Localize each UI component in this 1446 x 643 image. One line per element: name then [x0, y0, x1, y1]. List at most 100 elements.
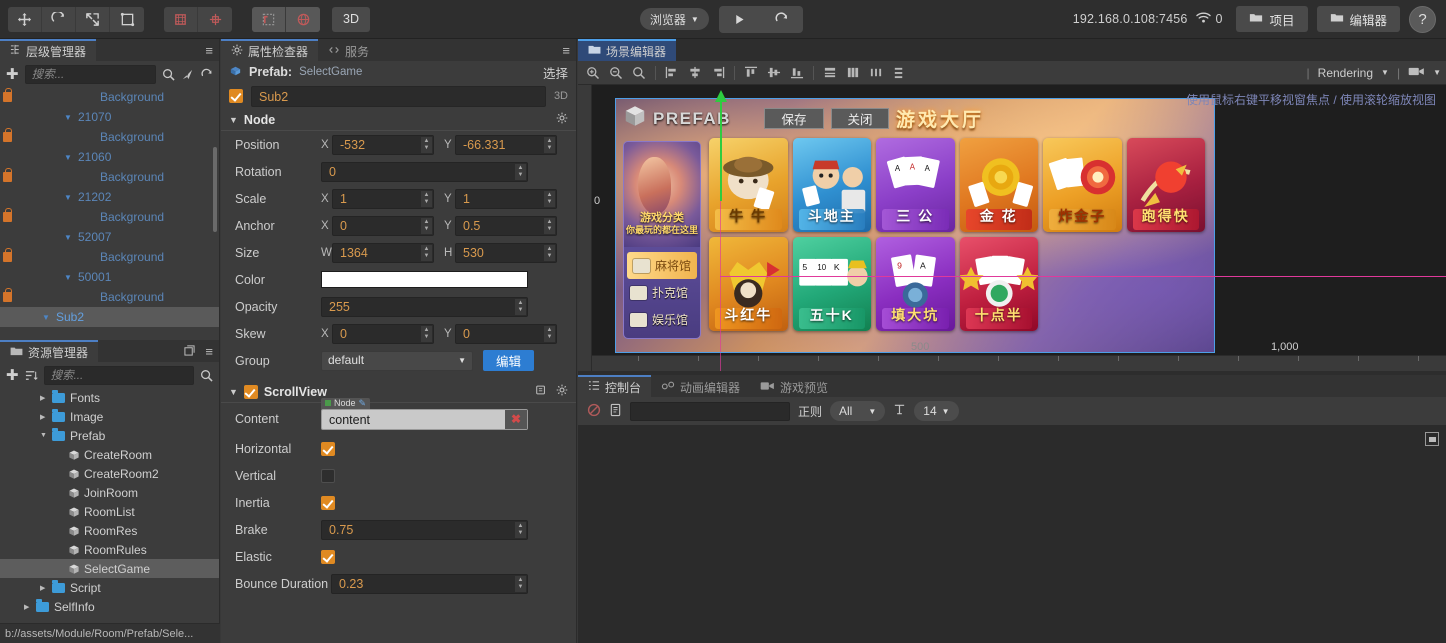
tab-inspector[interactable]: 属性检查器 — [221, 39, 318, 61]
stepper-icon[interactable]: ▲▼ — [421, 326, 432, 342]
opacity-input[interactable]: 255▲▼ — [321, 297, 528, 317]
vertical-checkbox[interactable] — [321, 469, 335, 483]
assets-node[interactable]: ▶Fonts — [0, 388, 219, 407]
assets-node[interactable]: RoomRes — [0, 521, 219, 540]
scrollview-section-header[interactable]: ▼ ScrollView — [221, 381, 576, 403]
console-log-area[interactable] — [578, 425, 1446, 643]
stepper-icon[interactable]: ▲▼ — [421, 137, 432, 153]
stepper-icon[interactable]: ▲▼ — [421, 245, 432, 261]
hierarchy-node[interactable]: ▼50001 — [0, 267, 219, 287]
assets-node[interactable]: ▼Prefab — [0, 426, 219, 445]
game-card[interactable]: 9A填大坑 — [876, 237, 955, 331]
brake-input[interactable]: 0.75▲▼ — [321, 520, 528, 540]
local-toggle-icon[interactable] — [252, 7, 286, 32]
search-icon[interactable] — [200, 369, 213, 382]
zoom-fit-icon[interactable] — [629, 63, 649, 82]
refresh-button[interactable] — [761, 6, 803, 33]
copy-log-icon[interactable] — [609, 403, 622, 420]
hierarchy-node[interactable]: Background — [0, 207, 219, 227]
stepper-icon[interactable]: ▲▼ — [515, 164, 526, 180]
position-x-input[interactable]: -532▲▼ — [332, 135, 434, 155]
mode-3d-button[interactable]: 3D — [332, 7, 370, 32]
assets-search-input[interactable]: 搜索... — [44, 366, 194, 385]
assets-node[interactable]: ▶SelfInfo — [0, 597, 219, 616]
node-section-header[interactable]: ▼ Node — [221, 109, 576, 131]
scrollview-help-icon[interactable] — [535, 384, 547, 399]
assets-tree[interactable]: ▶Fonts▶Image▼PrefabCreateRoomCreateRoom2… — [0, 388, 219, 619]
expand-icon[interactable] — [1425, 432, 1439, 446]
hierarchy-node[interactable]: ▼21070 — [0, 107, 219, 127]
global-toggle-icon[interactable] — [286, 7, 320, 32]
distribute-h-icon[interactable] — [820, 63, 840, 82]
assets-node[interactable]: CreateRoom2 — [0, 464, 219, 483]
hierarchy-node[interactable]: ▼52007 — [0, 227, 219, 247]
game-card[interactable]: 510K五十K — [793, 237, 872, 331]
chevron-down-icon[interactable]: ▼ — [64, 233, 74, 242]
clear-content-icon[interactable]: ✖ — [505, 410, 527, 429]
game-category-item[interactable]: 娱乐馆 — [624, 306, 700, 333]
anchor-y-input[interactable]: 0.5▲▼ — [455, 216, 557, 236]
inspector-menu-icon[interactable]: ≡ — [562, 43, 570, 58]
preview-target-dropdown[interactable]: 浏览器 ▼ — [640, 8, 709, 30]
search-icon[interactable] — [162, 68, 175, 81]
size-h-input[interactable]: 530▲▼ — [455, 243, 557, 263]
stepper-icon[interactable]: ▲▼ — [515, 299, 526, 315]
stepper-icon[interactable]: ▲▼ — [515, 576, 526, 592]
chevron-down-icon[interactable]: ▼ — [64, 193, 74, 202]
scene-canvas[interactable]: 使用鼠标右键平移视窗焦点 / 使用滚轮缩放视图 PREFAB 保存 关闭 游戏大… — [578, 85, 1446, 371]
elastic-checkbox[interactable] — [321, 550, 335, 564]
stepper-icon[interactable]: ▲▼ — [421, 218, 432, 234]
lock-icon[interactable] — [3, 252, 12, 262]
align-bottom-icon[interactable] — [787, 63, 807, 82]
scrollview-settings-icon[interactable] — [556, 384, 568, 399]
play-button[interactable] — [719, 6, 761, 33]
edit-link-icon[interactable]: ✎ — [359, 398, 367, 409]
editor-button[interactable]: 编辑器 — [1317, 6, 1401, 32]
assets-node[interactable]: SelectGame — [0, 559, 219, 578]
align-left-icon[interactable] — [662, 63, 682, 82]
color-swatch[interactable] — [321, 271, 528, 288]
game-close-button[interactable]: 关闭 — [831, 108, 889, 129]
chevron-right-icon[interactable]: ▶ — [40, 584, 49, 592]
align-right-icon[interactable] — [708, 63, 728, 82]
prefab-select-button[interactable]: 选择 — [543, 63, 568, 82]
rotation-input[interactable]: 0▲▼ — [321, 162, 528, 182]
assets-node[interactable]: JoinRoom — [0, 483, 219, 502]
node-enabled-checkbox[interactable] — [229, 89, 243, 103]
stepper-icon[interactable]: ▲▼ — [544, 191, 555, 207]
skew-y-input[interactable]: 0▲▼ — [455, 324, 557, 344]
assets-menu-icon[interactable]: ≡ — [205, 344, 213, 359]
scale-x-input[interactable]: 1▲▼ — [332, 189, 434, 209]
group-edit-button[interactable]: 编辑 — [483, 350, 534, 371]
tab-hierarchy[interactable]: 层级管理器 — [0, 39, 96, 61]
assets-node[interactable]: ▶Script — [0, 578, 219, 597]
stepper-icon[interactable]: ▲▼ — [544, 137, 555, 153]
hierarchy-node[interactable]: Background — [0, 247, 219, 267]
stepper-icon[interactable]: ▲▼ — [544, 245, 555, 261]
hierarchy-node[interactable]: ▼Sub2 — [0, 307, 219, 327]
hierarchy-search-input[interactable]: 搜索... — [25, 65, 156, 84]
hierarchy-node[interactable]: ▼21060 — [0, 147, 219, 167]
size-w-input[interactable]: 1364▲▼ — [332, 243, 434, 263]
hierarchy-node[interactable]: ▼21202 — [0, 187, 219, 207]
add-node-icon[interactable]: ✚ — [6, 65, 19, 83]
chevron-right-icon[interactable]: ▶ — [40, 413, 49, 421]
lock-icon[interactable] — [3, 292, 12, 302]
anchor-x-input[interactable]: 0▲▼ — [332, 216, 434, 236]
game-card[interactable]: 斗地主 — [793, 138, 872, 232]
coord-toggle-icon[interactable] — [198, 7, 232, 32]
zoom-out-icon[interactable] — [606, 63, 626, 82]
game-card[interactable]: 炸金子 — [1043, 138, 1122, 232]
scale-tool[interactable] — [76, 7, 110, 32]
group-dropdown[interactable]: default ▼ — [321, 351, 473, 371]
bounce-duration-input[interactable]: 0.23▲▼ — [331, 574, 528, 594]
tab-scene-editor[interactable]: 场景编辑器 — [578, 39, 676, 61]
distribute-v-icon[interactable] — [843, 63, 863, 82]
lock-icon[interactable] — [3, 92, 12, 102]
spacing-v-icon[interactable] — [889, 63, 909, 82]
chevron-down-icon[interactable]: ▼ — [64, 113, 74, 122]
add-asset-icon[interactable]: ✚ — [6, 366, 19, 384]
game-card[interactable]: 十点半 — [960, 237, 1039, 331]
tab-game-preview[interactable]: 游戏预览 — [750, 375, 838, 397]
node-settings-icon[interactable] — [556, 112, 568, 127]
